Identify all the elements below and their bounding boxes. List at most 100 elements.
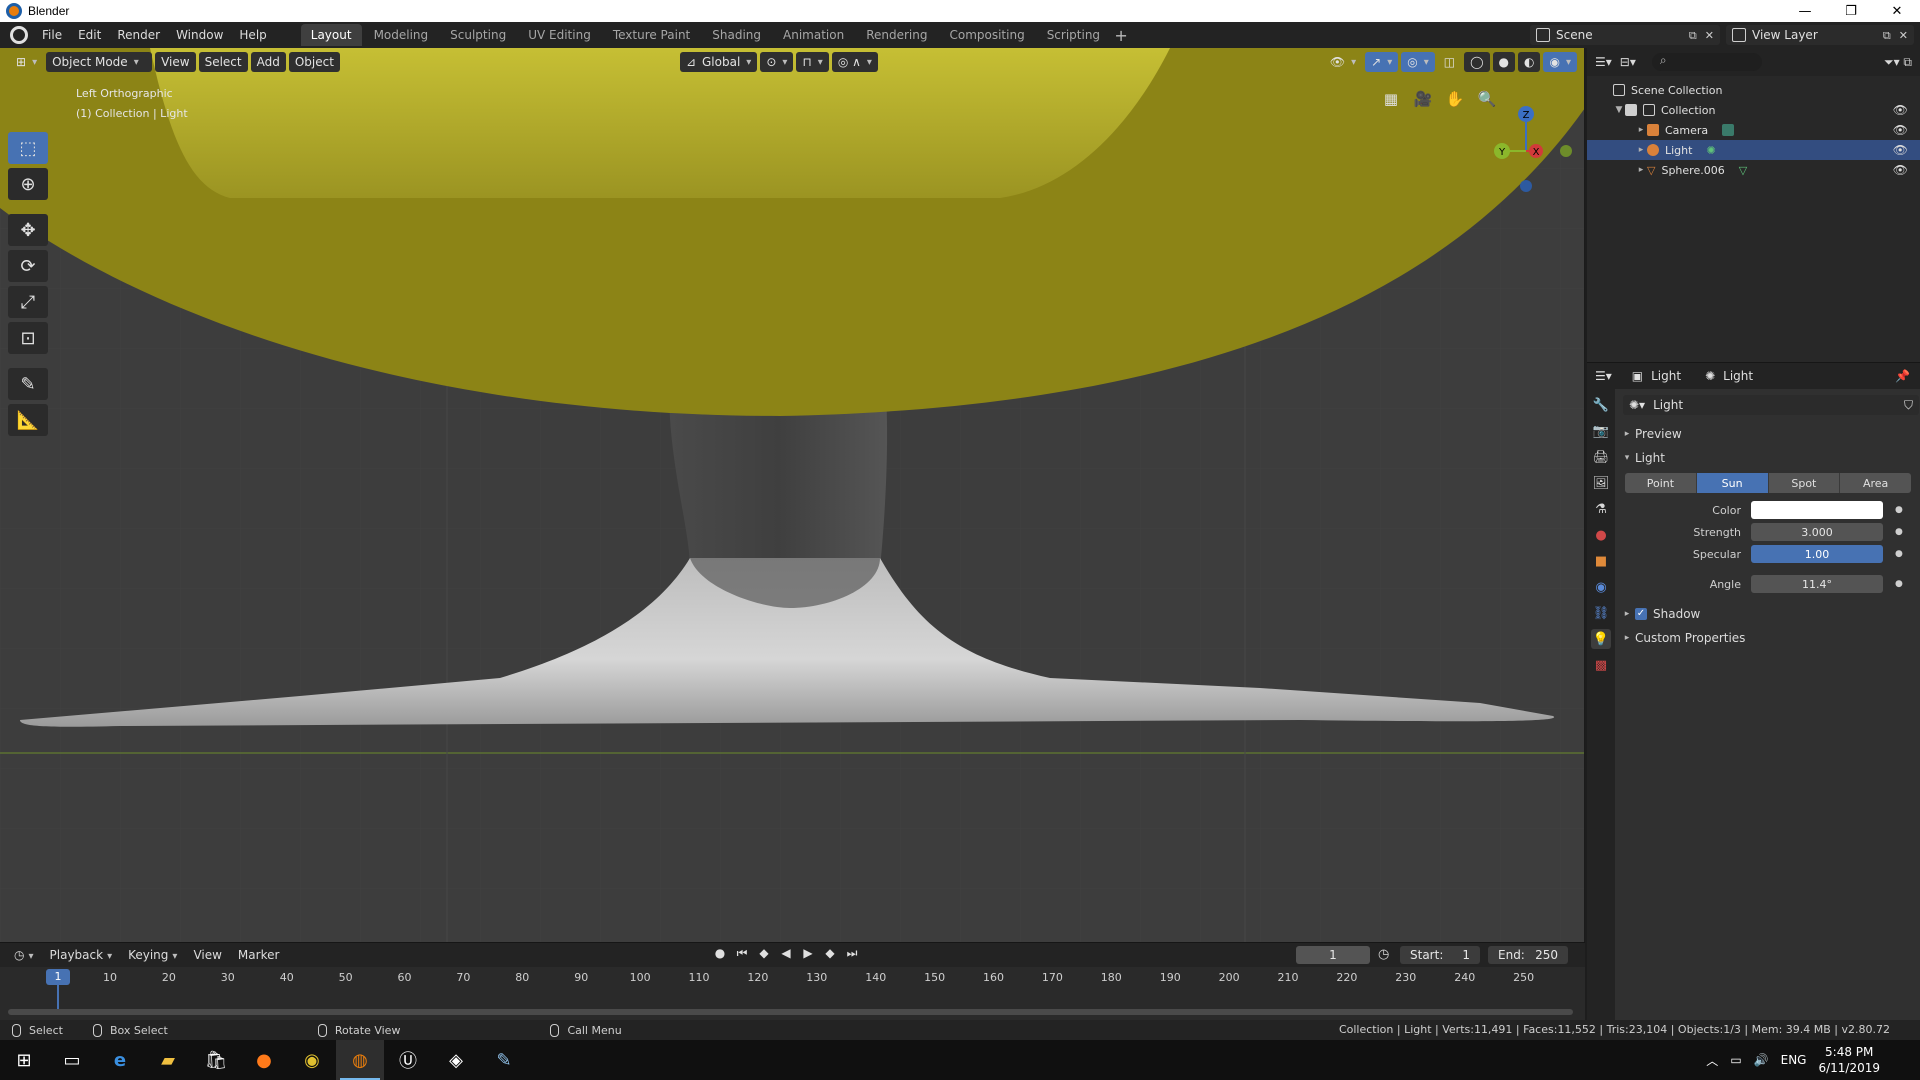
expand-sphere-icon[interactable]: ▸ — [1635, 165, 1647, 175]
pan-hand-icon[interactable]: ✋ — [1444, 88, 1466, 110]
outliner-collection[interactable]: ▼ Collection 👁 — [1587, 100, 1920, 120]
rotate-tool[interactable]: ⟳ — [8, 250, 48, 282]
mesh-data-icon[interactable]: ▽ — [1739, 164, 1747, 177]
viewport-menu-select[interactable]: Select — [198, 52, 248, 72]
expand-camera-icon[interactable]: ▸ — [1635, 125, 1647, 135]
tool-tab-icon[interactable]: 🔧 — [1591, 395, 1611, 415]
color-swatch[interactable] — [1751, 501, 1883, 519]
record-icon[interactable]: ● — [712, 946, 728, 961]
minimize-button[interactable]: — — [1782, 0, 1828, 22]
specular-slider[interactable]: 1.00 — [1751, 545, 1883, 563]
end-frame-field[interactable]: End: 250 — [1488, 946, 1568, 964]
zoom-icon[interactable]: 🔍 — [1476, 88, 1498, 110]
view-layer-selector[interactable]: View Layer ⧉ ✕ — [1726, 25, 1914, 45]
outliner-editor-type-icon[interactable]: ☰▾ — [1595, 55, 1612, 69]
datablock-type-icon[interactable]: ✺▾ — [1629, 398, 1645, 412]
menu-render[interactable]: Render — [109, 22, 168, 48]
scene-selector[interactable]: Scene ⧉ ✕ — [1530, 25, 1720, 45]
viewport-menu-object[interactable]: Object — [288, 52, 340, 72]
timeline-menu-playback[interactable]: Playback — [42, 948, 121, 962]
constraints-tab-icon[interactable]: ⛓ — [1591, 603, 1611, 623]
editor-type-button[interactable]: ⊞ — [10, 52, 43, 72]
visibility-button[interactable]: 👁 — [1324, 52, 1362, 72]
blender-taskbar-icon[interactable]: ◍ — [336, 1040, 384, 1080]
file-explorer-icon[interactable]: ▰ — [144, 1040, 192, 1080]
camera-view-icon[interactable]: 🎥 — [1412, 88, 1434, 110]
jump-end-icon[interactable]: ⏭ — [844, 946, 860, 961]
tab-uv-editing[interactable]: UV Editing — [518, 24, 601, 46]
start-frame-field[interactable]: Start: 1 — [1400, 946, 1480, 964]
cursor-tool[interactable]: ⊕ — [8, 168, 48, 200]
expand-light-icon[interactable]: ▸ — [1635, 145, 1647, 155]
light-type-area[interactable]: Area — [1840, 473, 1911, 493]
blender-logo-icon[interactable] — [10, 26, 28, 44]
xray-button[interactable]: ◫ — [1438, 52, 1461, 72]
tab-texture-paint[interactable]: Texture Paint — [603, 24, 700, 46]
display-mode-icon[interactable]: ⊟▾ — [1620, 55, 1636, 69]
shading-wireframe-button[interactable]: ◯ — [1464, 52, 1490, 72]
tab-sculpting[interactable]: Sculpting — [440, 24, 516, 46]
proportional-edit-button[interactable]: ◎ ∧ — [831, 52, 878, 72]
outliner-search[interactable] — [1651, 53, 1762, 71]
shading-rendered-button[interactable]: ◉ — [1543, 52, 1577, 72]
current-frame-field[interactable]: 1 — [1296, 946, 1370, 964]
outliner-item-camera[interactable]: ▸ Camera 👁 — [1587, 120, 1920, 140]
timeline-menu-marker[interactable]: Marker — [230, 948, 287, 962]
camera-data-icon[interactable] — [1722, 124, 1735, 136]
object-tab-icon[interactable]: ■ — [1591, 551, 1611, 571]
restore-button[interactable]: ❐ — [1828, 0, 1874, 22]
light-visibility-icon[interactable]: 👁 — [1893, 143, 1908, 157]
remove-scene-icon[interactable]: ✕ — [1705, 29, 1714, 43]
frame-ruler[interactable]: 10 20 30 40 50 60 70 80 90 100 110 120 130 140 150 160 1… — [0, 967, 1585, 989]
tab-shading[interactable]: Shading — [702, 24, 771, 46]
measure-tool[interactable]: 📐 — [8, 404, 48, 436]
move-tool[interactable]: ✥ — [8, 214, 48, 246]
volume-icon[interactable]: 🔊 — [1754, 1053, 1769, 1067]
tab-compositing[interactable]: Compositing — [939, 24, 1034, 46]
strength-field[interactable]: 3.000 — [1751, 523, 1883, 541]
prev-keyframe-icon[interactable]: ◆ — [756, 946, 772, 961]
snap-button[interactable]: ⊓ — [796, 52, 829, 72]
annotate-tool[interactable]: ✎ — [8, 368, 48, 400]
new-scene-icon[interactable]: ⧉ — [1689, 29, 1697, 43]
clock[interactable]: 5:48 PM 6/11/2019 — [1818, 1044, 1880, 1076]
3d-viewport[interactable]: ⊞ Object Mode View Select Add Object ⊿ G… — [0, 48, 1585, 942]
menu-window[interactable]: Window — [168, 22, 231, 48]
menu-edit[interactable]: Edit — [70, 22, 109, 48]
panel-light-header[interactable]: ▾ Light — [1619, 447, 1919, 469]
windows-start-icon[interactable]: ⊞ — [0, 1040, 48, 1080]
edge-browser-icon[interactable]: e — [96, 1040, 144, 1080]
play-icon[interactable]: ▶ — [800, 946, 816, 961]
shading-solid-button[interactable]: ● — [1492, 52, 1515, 72]
light-type-sun[interactable]: Sun — [1696, 473, 1769, 493]
transform-orientation-selector[interactable]: ⊿ Global — [679, 52, 758, 72]
panel-shadow-header[interactable]: ▸ ✓ Shadow — [1619, 603, 1919, 625]
close-button[interactable]: ✕ — [1874, 0, 1920, 22]
grid-view-icon[interactable]: ▦ — [1380, 88, 1402, 110]
light-datablock-field[interactable]: ✺▾ Light ⛉ — [1623, 395, 1919, 415]
timeline-menu-keying[interactable]: Keying — [120, 948, 185, 962]
timeline-scrollbar[interactable] — [8, 1009, 1573, 1015]
angle-keyframe-dot[interactable]: ● — [1895, 579, 1903, 589]
strength-keyframe-dot[interactable]: ● — [1895, 527, 1903, 537]
light-data-tab-icon[interactable]: 💡 — [1591, 629, 1611, 649]
expand-collection-icon[interactable]: ▼ — [1613, 105, 1625, 115]
scene-tab-icon[interactable]: ⚗ — [1591, 499, 1611, 519]
chrome-icon[interactable]: ◉ — [288, 1040, 336, 1080]
next-keyframe-icon[interactable]: ◆ — [822, 946, 838, 961]
menu-help[interactable]: Help — [231, 22, 274, 48]
light-data-icon[interactable]: ✺ — [1706, 144, 1715, 157]
auto-keying-clock-icon[interactable]: ◷ — [1378, 947, 1389, 962]
play-reverse-icon[interactable]: ◀ — [778, 946, 794, 961]
outliner-scene-collection[interactable]: Scene Collection — [1587, 80, 1920, 100]
collection-checkbox[interactable] — [1625, 104, 1637, 116]
panel-custom-properties-header[interactable]: ▸ Custom Properties — [1619, 627, 1919, 649]
world-tab-icon[interactable]: ● — [1591, 525, 1611, 545]
collection-visibility-icon[interactable]: 👁 — [1893, 103, 1908, 117]
tray-chevron-icon[interactable]: ︿ — [1706, 1052, 1718, 1069]
physics-tab-icon[interactable]: ◉ — [1591, 577, 1611, 597]
overlays-button[interactable]: ◎ — [1401, 52, 1435, 72]
timeline-editor-type[interactable]: ◷ — [6, 948, 42, 962]
sphere-visibility-icon[interactable]: 👁 — [1893, 163, 1908, 177]
jump-start-icon[interactable]: ⏮ — [734, 946, 750, 961]
